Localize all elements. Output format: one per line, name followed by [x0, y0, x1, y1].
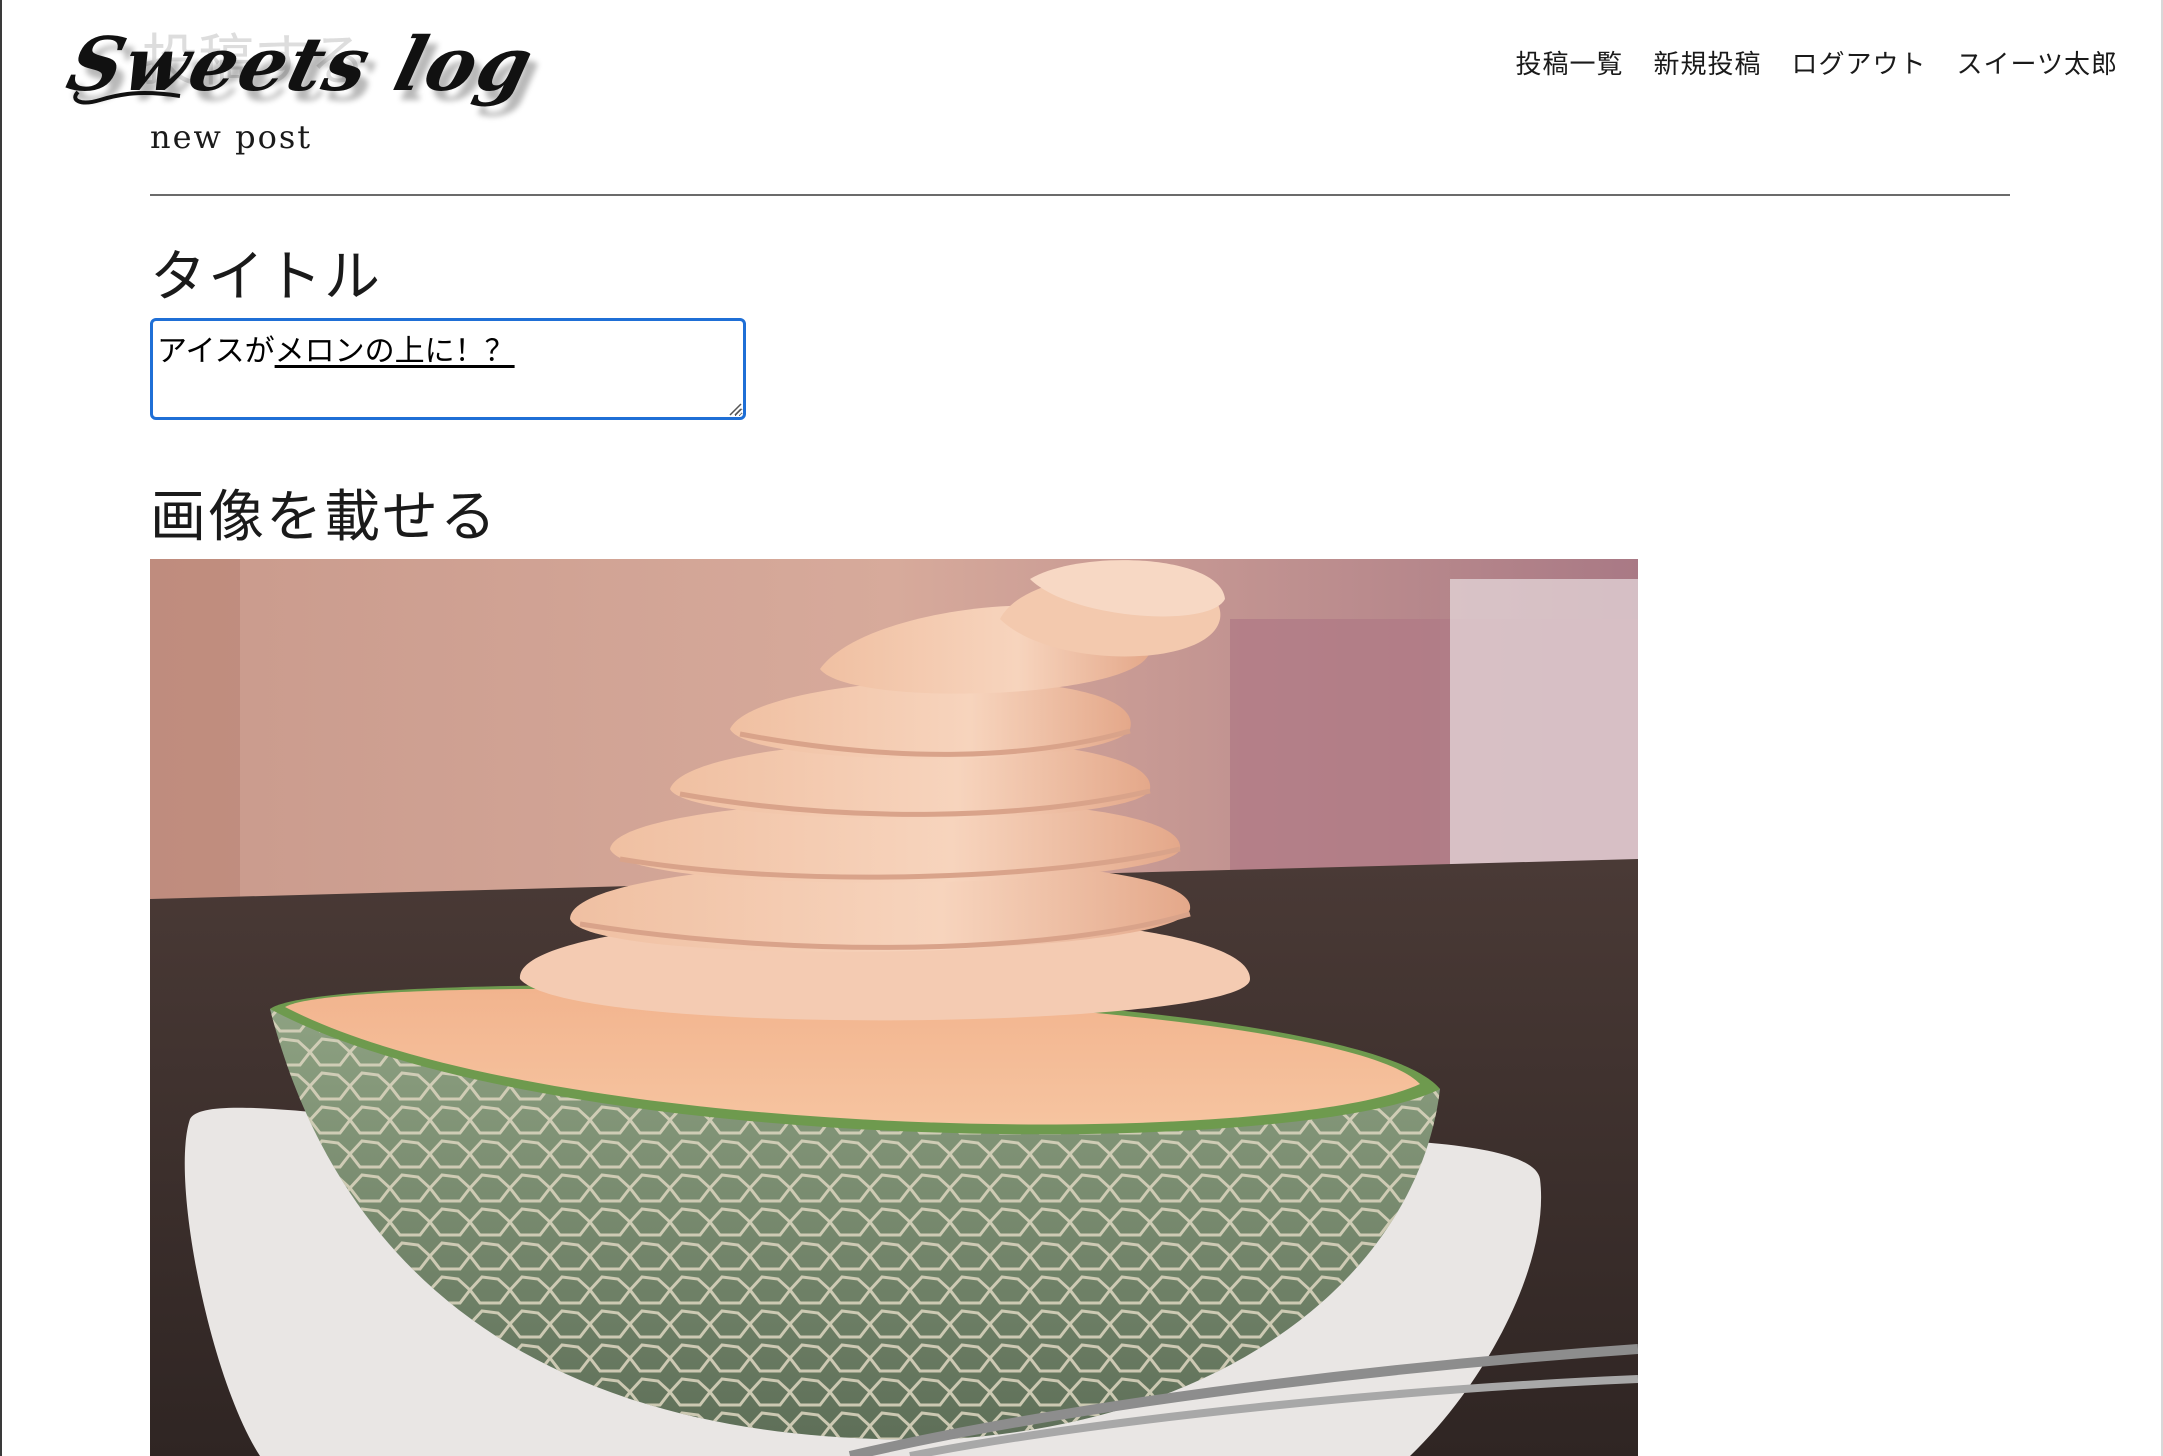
logo-swash-icon	[73, 90, 181, 105]
image-label: 画像を載せる	[150, 485, 498, 550]
title-input[interactable]	[150, 318, 746, 420]
new-post-page: 投稿する Sweets log 投稿一覧 新規投稿 ログアウト スイーツ太郎 n…	[0, 0, 2163, 1456]
page-subtitle: new post	[150, 118, 313, 156]
window-edge-left	[0, 0, 2, 1456]
nav-new-post[interactable]: 新規投稿	[1653, 44, 1761, 81]
title-label: タイトル	[150, 245, 382, 310]
melon-soft-serve-photo	[150, 559, 1638, 1456]
nav-user-name[interactable]: スイーツ太郎	[1957, 44, 2118, 81]
header-nav: 投稿一覧 新規投稿 ログアウト スイーツ太郎	[1515, 44, 2118, 81]
site-logo[interactable]: 投稿する Sweets log	[59, 16, 590, 108]
resize-grip-icon[interactable]	[728, 402, 742, 416]
nav-post-list[interactable]: 投稿一覧	[1515, 44, 1623, 81]
uploaded-photo	[150, 559, 1638, 1456]
nav-logout[interactable]: ログアウト	[1792, 44, 1927, 81]
header-divider	[150, 194, 2010, 196]
